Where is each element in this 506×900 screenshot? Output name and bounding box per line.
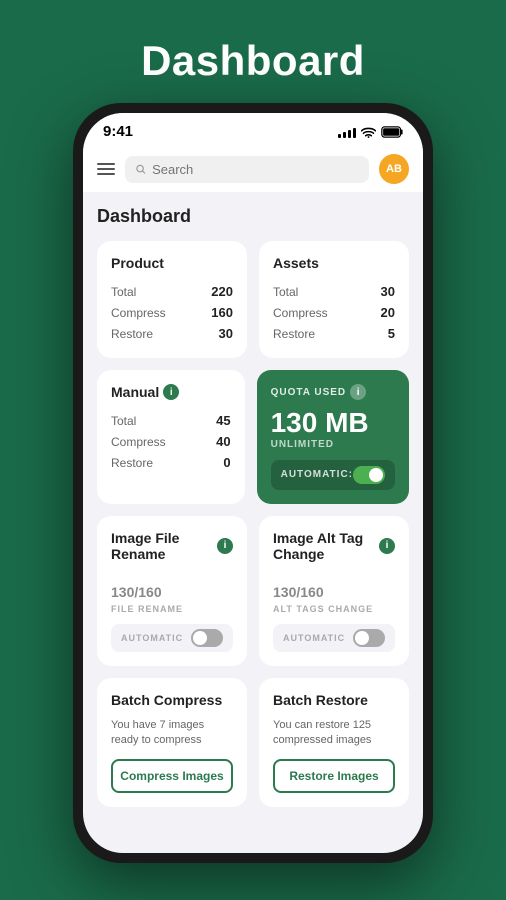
batch-compress-desc: You have 7 images ready to compress bbox=[111, 718, 233, 749]
rename-card-title: Image File Rename i bbox=[111, 530, 233, 562]
assets-restore-label: Restore bbox=[273, 327, 315, 341]
assets-card: Assets Total 30 Compress 20 Restore 5 bbox=[259, 241, 409, 358]
avatar[interactable]: AB bbox=[379, 154, 409, 184]
alt-tag-card: Image Alt Tag Change i 130/160 ALT TAGS … bbox=[259, 516, 409, 666]
manual-compress-value: 40 bbox=[216, 434, 230, 449]
manual-card: Manual i Total 45 Compress 40 Restore bbox=[97, 370, 245, 504]
batch-compress-title: Batch Compress bbox=[111, 692, 233, 708]
quota-label: QUOTA USED bbox=[271, 387, 347, 398]
manual-restore-label: Restore bbox=[111, 456, 153, 470]
assets-card-title: Assets bbox=[273, 255, 395, 271]
quota-info-icon[interactable]: i bbox=[350, 384, 366, 400]
batch-restore-desc: You can restore 125 compressed images bbox=[273, 718, 395, 749]
status-icons bbox=[338, 126, 403, 138]
status-time: 9:41 bbox=[103, 123, 133, 140]
rename-auto-row: AUTOMATIC bbox=[111, 624, 233, 652]
compress-images-button[interactable]: Compress Images bbox=[111, 759, 233, 793]
stats-row-2: Manual i Total 45 Compress 40 Restore bbox=[97, 370, 409, 504]
product-total-row: Total 220 bbox=[111, 281, 233, 302]
rename-sub-label: FILE RENAME bbox=[111, 604, 233, 614]
manual-total-value: 45 bbox=[216, 413, 230, 428]
alt-tag-info-icon[interactable]: i bbox=[379, 538, 395, 554]
wifi-icon bbox=[361, 126, 376, 138]
assets-compress-row: Compress 20 bbox=[273, 302, 395, 323]
hamburger-menu[interactable] bbox=[97, 163, 115, 175]
restore-images-button[interactable]: Restore Images bbox=[273, 759, 395, 793]
manual-compress-label: Compress bbox=[111, 435, 166, 449]
stats-row-1: Product Total 220 Compress 160 Restore bbox=[97, 241, 409, 358]
quota-auto-toggle[interactable] bbox=[353, 466, 385, 484]
manual-compress-row: Compress 40 bbox=[111, 431, 231, 452]
product-restore-row: Restore 30 bbox=[111, 323, 233, 344]
product-restore-label: Restore bbox=[111, 327, 153, 341]
alt-tag-card-title: Image Alt Tag Change i bbox=[273, 530, 395, 562]
batch-restore-title: Batch Restore bbox=[273, 692, 395, 708]
file-rename-card: Image File Rename i 130/160 FILE RENAME … bbox=[97, 516, 247, 666]
quota-unlimited: UNLIMITED bbox=[271, 439, 395, 450]
assets-total-value: 30 bbox=[381, 284, 395, 299]
quota-header: QUOTA USED i bbox=[271, 384, 395, 400]
assets-total-row: Total 30 bbox=[273, 281, 395, 302]
alt-tag-sub-label: ALT TAGS CHANGE bbox=[273, 604, 395, 614]
alt-tag-auto-toggle[interactable] bbox=[353, 629, 385, 647]
rename-info-icon[interactable]: i bbox=[217, 538, 233, 554]
search-input[interactable] bbox=[152, 162, 359, 177]
batch-restore-card: Batch Restore You can restore 125 compre… bbox=[259, 678, 409, 807]
top-nav-bar: AB bbox=[83, 146, 423, 192]
product-compress-row: Compress 160 bbox=[111, 302, 233, 323]
manual-total-row: Total 45 bbox=[111, 410, 231, 431]
assets-compress-value: 20 bbox=[381, 305, 395, 320]
manual-total-label: Total bbox=[111, 414, 136, 428]
phone-screen: 9:41 bbox=[83, 113, 423, 853]
assets-total-label: Total bbox=[273, 285, 298, 299]
rename-big-number: 130/160 bbox=[111, 572, 233, 604]
quota-auto-label: AUTOMATIC: bbox=[281, 469, 353, 480]
product-total-value: 220 bbox=[211, 284, 233, 299]
batch-row: Batch Compress You have 7 images ready t… bbox=[97, 678, 409, 807]
batch-compress-card: Batch Compress You have 7 images ready t… bbox=[97, 678, 247, 807]
product-compress-value: 160 bbox=[211, 305, 233, 320]
page-title: Dashboard bbox=[97, 206, 409, 227]
quota-size: 130 MB bbox=[271, 408, 395, 439]
manual-info-icon[interactable]: i bbox=[163, 384, 179, 400]
product-card: Product Total 220 Compress 160 Restore bbox=[97, 241, 247, 358]
assets-restore-value: 5 bbox=[388, 326, 395, 341]
status-bar: 9:41 bbox=[83, 113, 423, 146]
product-compress-label: Compress bbox=[111, 306, 166, 320]
alt-tag-auto-row: AUTOMATIC bbox=[273, 624, 395, 652]
manual-restore-value: 0 bbox=[223, 455, 230, 470]
alt-tag-big-number: 130/160 bbox=[273, 572, 395, 604]
rename-auto-label: AUTOMATIC bbox=[121, 633, 183, 643]
assets-compress-label: Compress bbox=[273, 306, 328, 320]
search-box[interactable] bbox=[125, 156, 369, 183]
product-restore-value: 30 bbox=[219, 326, 233, 341]
manual-restore-row: Restore 0 bbox=[111, 452, 231, 473]
search-icon bbox=[135, 163, 146, 175]
quota-card: QUOTA USED i 130 MB UNLIMITED AUTOMATIC: bbox=[257, 370, 409, 504]
rename-row: Image File Rename i 130/160 FILE RENAME … bbox=[97, 516, 409, 666]
page-big-title: Dashboard bbox=[141, 37, 365, 85]
phone-frame: 9:41 bbox=[73, 103, 433, 863]
battery-icon bbox=[381, 126, 403, 138]
manual-card-title: Manual i bbox=[111, 384, 231, 400]
quota-auto-row: AUTOMATIC: bbox=[271, 460, 395, 490]
product-card-title: Product bbox=[111, 255, 233, 271]
product-total-label: Total bbox=[111, 285, 136, 299]
signal-icon bbox=[338, 126, 356, 138]
main-content: Dashboard Product Total 220 Compress bbox=[83, 192, 423, 853]
assets-restore-row: Restore 5 bbox=[273, 323, 395, 344]
rename-auto-toggle[interactable] bbox=[191, 629, 223, 647]
alt-tag-auto-label: AUTOMATIC bbox=[283, 633, 345, 643]
